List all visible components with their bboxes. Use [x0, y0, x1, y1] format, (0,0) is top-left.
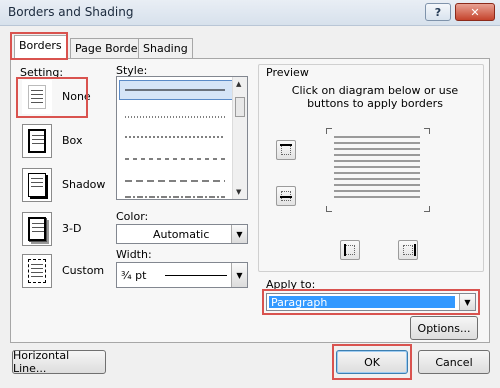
ok-button[interactable]: OK	[336, 350, 408, 374]
close-button[interactable]: ✕	[455, 3, 495, 21]
shadow-doc-icon	[28, 173, 46, 197]
custom-doc-icon	[28, 259, 46, 283]
top-border-icon	[281, 145, 291, 155]
dialog-title: Borders and Shading	[8, 5, 134, 19]
scroll-down-icon[interactable]: ▼	[236, 188, 241, 196]
setting-none-button[interactable]	[22, 80, 52, 114]
chevron-down-icon[interactable]: ▼	[231, 225, 247, 243]
top-border-button[interactable]	[276, 140, 296, 160]
right-border-button[interactable]	[398, 240, 418, 260]
setting-custom-label[interactable]: Custom	[62, 264, 104, 277]
chevron-down-icon[interactable]: ▼	[459, 294, 475, 310]
apply-to-label: Apply to:	[266, 278, 316, 291]
scroll-thumb[interactable]	[235, 97, 245, 117]
3d-doc-icon	[28, 217, 46, 241]
inside-horizontal-border-button[interactable]	[276, 186, 296, 206]
cancel-button[interactable]: Cancel	[418, 350, 490, 374]
right-border-icon	[403, 245, 413, 255]
width-dropdown[interactable]: ¾ pt ▼	[116, 262, 248, 288]
width-label: Width:	[116, 248, 152, 261]
color-dropdown[interactable]: Automatic ▼	[116, 224, 248, 244]
diagram-corner-br	[424, 206, 430, 212]
setting-shadow-label[interactable]: Shadow	[62, 178, 105, 191]
left-border-icon	[345, 245, 355, 255]
apply-to-dropdown[interactable]: Paragraph ▼	[266, 293, 476, 311]
setting-label: Setting:	[20, 66, 64, 79]
tab-borders[interactable]: Borders	[14, 35, 67, 59]
setting-none-label[interactable]: None	[62, 90, 91, 103]
options-button[interactable]: Options...	[410, 316, 478, 340]
color-value: Automatic	[153, 228, 210, 241]
setting-3d-button[interactable]	[22, 212, 52, 246]
title-bar: Borders and Shading ? ✕	[0, 0, 500, 26]
box-doc-icon	[28, 129, 46, 153]
setting-shadow-button[interactable]	[22, 168, 52, 202]
setting-3d-label[interactable]: 3-D	[62, 222, 81, 235]
diagram-corner-bl	[326, 206, 332, 212]
tab-shading[interactable]: Shading	[138, 38, 193, 58]
style-scrollbar[interactable]: ▲ ▼	[232, 77, 247, 199]
chevron-down-icon[interactable]: ▼	[231, 263, 247, 287]
preview-instruction: Click on diagram below or use buttons to…	[291, 84, 459, 110]
setting-box-button[interactable]	[22, 124, 52, 158]
horizontal-line-button[interactable]: Horizontal Line...	[12, 349, 106, 375]
setting-box-label[interactable]: Box	[62, 134, 82, 147]
style-listbox[interactable]: ▲ ▼	[116, 76, 248, 200]
apply-to-value: Paragraph	[271, 296, 328, 309]
diagram-corner-tl	[326, 128, 332, 134]
width-value: ¾ pt	[121, 269, 147, 282]
none-doc-icon	[28, 85, 46, 109]
left-border-button[interactable]	[340, 240, 360, 260]
scroll-up-icon[interactable]: ▲	[236, 80, 241, 88]
width-sample-line	[165, 275, 227, 276]
style-lines	[125, 89, 225, 198]
diagram-corner-tr	[424, 128, 430, 134]
tab-page-border[interactable]: Page Border	[70, 38, 148, 58]
help-button[interactable]: ?	[425, 3, 451, 21]
color-label: Color:	[116, 210, 149, 223]
setting-custom-button[interactable]	[22, 254, 52, 288]
